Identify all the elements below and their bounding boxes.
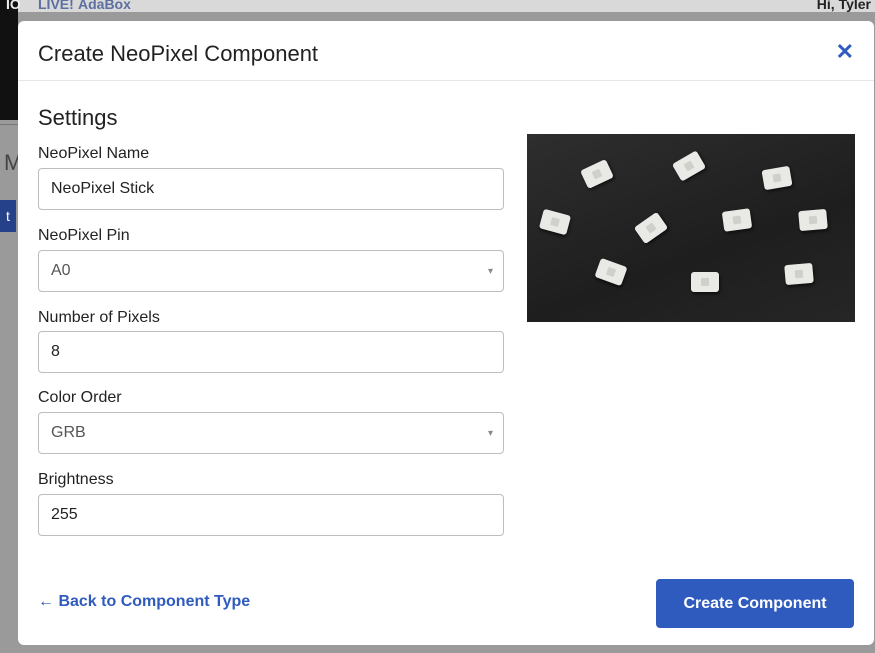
color-order-value: GRB <box>51 424 86 441</box>
neopixel-product-photo <box>527 134 855 322</box>
chevron-down-icon: ▾ <box>487 428 493 439</box>
background-brand-bar <box>0 0 18 120</box>
neopixel-led <box>580 159 614 189</box>
neopixel-led <box>798 208 828 232</box>
neopixel-led <box>633 211 669 245</box>
brightness-input[interactable] <box>38 494 504 536</box>
background-io-label: IO <box>6 0 21 12</box>
background-topbar <box>0 0 875 12</box>
neopixel-led <box>784 262 814 286</box>
neopixel-led <box>671 150 707 182</box>
close-icon[interactable]: ✕ <box>836 41 854 63</box>
color-order-label: Color Order <box>38 389 122 406</box>
modal-title: Create NeoPixel Component <box>38 41 319 66</box>
neopixel-led <box>721 208 753 232</box>
background-adabox-link: AdaBox <box>78 0 131 12</box>
chevron-down-icon: ▾ <box>487 266 493 277</box>
modal-header: Create NeoPixel Component ✕ <box>18 21 874 81</box>
brightness-label: Brightness <box>38 471 114 488</box>
neopixel-led <box>761 165 793 191</box>
color-order-select[interactable]: GRB ▾ <box>38 412 504 454</box>
create-component-button[interactable]: Create Component <box>656 579 854 628</box>
back-to-component-type-link[interactable]: ← Back to Component Type <box>38 593 250 611</box>
settings-heading: Settings <box>38 105 118 130</box>
neopixel-led <box>691 272 719 292</box>
neopixel-led <box>538 208 572 236</box>
create-component-modal: Create NeoPixel Component ✕ Settings Neo… <box>18 21 874 645</box>
background-live-link: LIVE! <box>38 0 74 12</box>
neopixel-pin-select[interactable]: A0 ▾ <box>38 250 504 292</box>
background-user-greeting: Hi, Tyler <box>816 0 871 12</box>
neopixel-pin-label: NeoPixel Pin <box>38 227 130 244</box>
neopixel-name-label: NeoPixel Name <box>38 145 150 162</box>
neopixel-name-input[interactable] <box>38 168 504 210</box>
background-divider <box>0 124 18 125</box>
number-of-pixels-label: Number of Pixels <box>38 309 160 326</box>
neopixel-pin-value: A0 <box>51 262 71 279</box>
background-button-partial: t <box>0 200 16 232</box>
number-of-pixels-input[interactable] <box>38 331 504 373</box>
neopixel-led <box>594 257 628 287</box>
